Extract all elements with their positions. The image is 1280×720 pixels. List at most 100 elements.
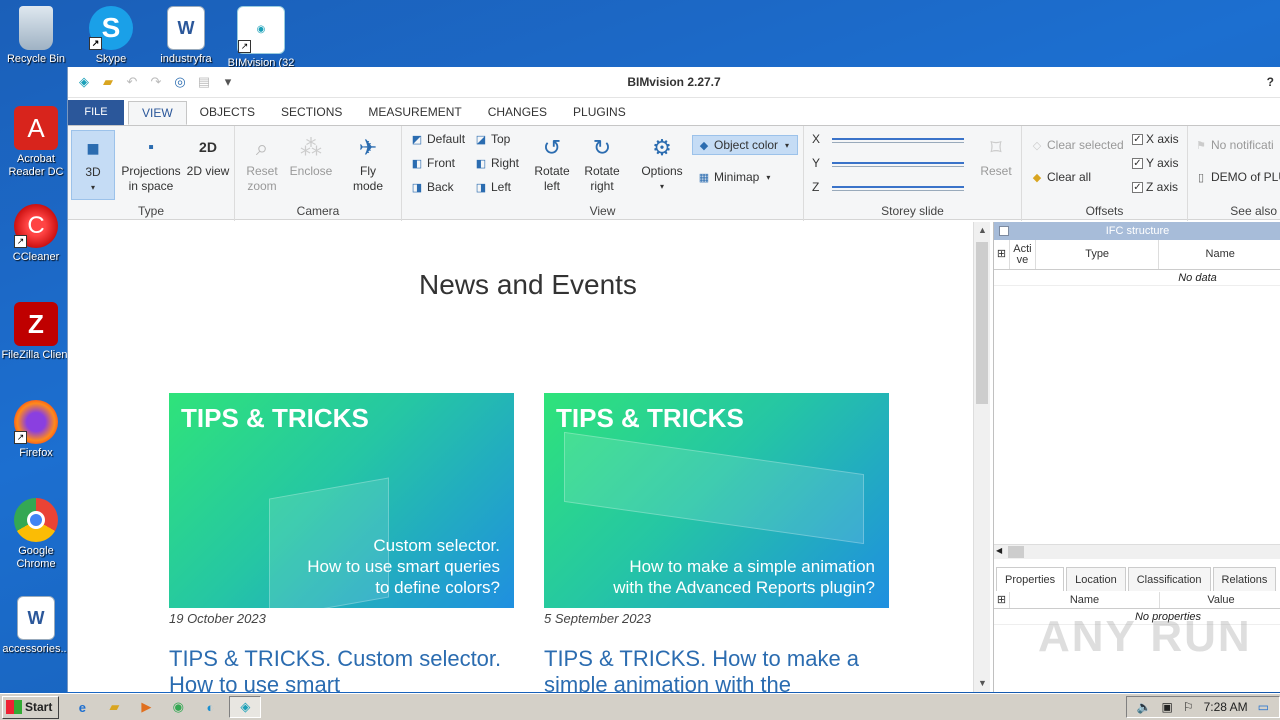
ie-icon[interactable]: e [69,696,95,718]
object-color-dropdown[interactable]: ◆ Object color ▾ [692,135,798,155]
tab-changes[interactable]: CHANGES [475,101,560,125]
magnifier-icon: ⌕ [255,134,269,160]
col-prop-value[interactable]: Value [1160,592,1280,608]
col-active[interactable]: Acti ve [1010,240,1036,269]
desktop-icon-chrome[interactable]: Google Chrome [0,498,72,571]
y-slider[interactable] [832,162,964,167]
pin-icon[interactable] [999,226,1009,236]
desktop-icon-label: industryfra [160,53,212,65]
clear-selected-button[interactable]: ◇ Clear selected [1030,138,1124,152]
fly-mode-button[interactable]: ✈ Fly mode [346,130,390,194]
tab-file[interactable]: FILE [68,100,124,125]
rotate-left-button[interactable]: ↺ Rotate left [530,130,574,194]
desktop-icon-accessories[interactable]: W accessories... [0,596,72,656]
target-icon[interactable]: ◎ [170,74,190,90]
demo-plugins-button[interactable]: ▯ DEMO of PLU [1194,170,1280,184]
minimap-dropdown[interactable]: ▦ Minimap ▾ [697,170,771,184]
clock[interactable]: 7:28 AM [1204,700,1248,714]
view-front-button[interactable]: ◧ Front [410,156,455,170]
news-card-banner[interactable]: TIPS & TRICKS How to make a simple anima… [544,393,889,608]
network-icon[interactable]: ▣ [1162,700,1173,714]
print-icon[interactable]: ▤ [194,74,214,90]
view-back-button[interactable]: ◨ Back [410,180,454,194]
scrollbar-thumb[interactable] [976,242,988,404]
action-center-flag-icon[interactable]: ⚐ [1183,700,1194,714]
col-type[interactable]: Type [1036,240,1160,269]
storey-reset-button[interactable]: ⌑ Reset [974,130,1018,179]
ifc-horizontal-scrollbar[interactable]: ◀ [994,544,1280,559]
col-name[interactable]: Name [1159,240,1280,269]
x-slider[interactable] [832,138,964,143]
redo-icon[interactable]: ↷ [146,74,166,90]
quick-access-toolbar: ◈ ▰ ↶ ↷ ◎ ▤ ▾ [68,74,238,90]
col-prop-name[interactable]: Name [1010,592,1160,608]
show-desktop-icon[interactable]: ▭ [1258,700,1269,714]
tab-measurement[interactable]: MEASUREMENT [355,101,474,125]
tab-classification[interactable]: Classification [1127,567,1211,591]
scroll-up-arrow-icon[interactable]: ▲ [974,222,991,239]
desktop-icon-skype[interactable]: S ↗ Skype [75,6,147,66]
reset-zoom-button[interactable]: ⌕ Reset zoom [240,130,284,194]
bimvision-taskbar-button[interactable]: ◈ [229,696,262,718]
checkbox-checked-icon: ✓ [1132,133,1143,145]
y-axis-checkbox[interactable]: ✓ Y axis [1132,156,1178,170]
group-label: View [589,204,616,218]
grid-options-icon[interactable]: ⊞ [994,592,1010,608]
desktop-icon-filezilla[interactable]: Z FileZilla Client [0,302,72,362]
desktop-icon-recycle-bin[interactable]: Recycle Bin [0,6,72,66]
start-button[interactable]: Start [2,695,60,719]
open-folder-icon[interactable]: ▰ [98,74,118,90]
options-button[interactable]: ⚙ Options ▾ [640,130,684,194]
banner-caption: How to make a simple animation with the … [613,557,875,597]
media-player-icon[interactable]: ▶ [133,696,159,718]
2d-view-button[interactable]: 2D 2D view [186,130,230,179]
tab-location[interactable]: Location [1066,567,1126,591]
projections-button[interactable]: ▪ Projections in space [120,130,182,194]
notifications-button[interactable]: ⚑ No notificati [1194,138,1274,152]
desktop-icon-industryfra[interactable]: W industryfra [150,6,222,66]
undo-icon[interactable]: ↶ [122,74,142,90]
view-right-button[interactable]: ◧ Right [474,156,519,170]
scrollbar-thumb[interactable] [1008,546,1024,558]
cube-right-icon: ◧ [475,157,487,170]
customize-qat-icon[interactable]: ▾ [218,74,238,90]
help-button[interactable]: ? [1267,75,1274,89]
scroll-down-arrow-icon[interactable]: ▼ [974,675,991,692]
desktop-icon-bimvision[interactable]: ◉ ↗ BIMvision (32 [225,6,297,70]
3d-button[interactable]: ■ 3D ▾ [71,130,115,200]
view-default-button[interactable]: ◩ Default [410,132,465,146]
z-axis-checkbox[interactable]: ✓ Z axis [1132,180,1178,194]
news-card-title[interactable]: TIPS & TRICKS. Custom selector. How to u… [169,646,514,692]
news-card-banner[interactable]: TIPS & TRICKS Custom selector. How to us… [169,393,514,608]
z-slider[interactable] [832,186,964,191]
news-card[interactable]: TIPS & TRICKS How to make a simple anima… [544,393,889,692]
tab-plugins[interactable]: PLUGINS [560,101,639,125]
chrome-taskbar-icon[interactable]: ◉ [165,696,191,718]
rotate-right-icon: ↻ [592,134,612,160]
rotate-right-button[interactable]: ↻ Rotate right [580,130,624,194]
x-axis-checkbox[interactable]: ✓ X axis [1132,132,1179,146]
news-card[interactable]: TIPS & TRICKS Custom selector. How to us… [169,393,514,692]
explorer-folder-icon[interactable]: ▰ [101,696,127,718]
scroll-left-arrow-icon[interactable]: ◀ [996,546,1002,555]
tab-view[interactable]: VIEW [128,101,187,125]
tab-relations[interactable]: Relations [1212,567,1277,591]
options-label: Options [641,164,683,178]
view-top-button[interactable]: ◪ Top [474,132,511,146]
app-logo-icon: ◈ [79,74,89,89]
enclose-button[interactable]: ⁂ Enclose [289,130,333,179]
desktop-icon-ccleaner[interactable]: C ↗ CCleaner [0,204,72,264]
acrobat-icon: A [14,106,58,150]
desktop-icon-acrobat[interactable]: A Acrobat Reader DC [0,106,72,179]
edge-icon[interactable]: ◐ [197,696,223,718]
tab-sections[interactable]: SECTIONS [268,101,355,125]
grid-options-icon[interactable]: ⊞ [994,240,1010,269]
volume-icon[interactable]: 🔈 [1137,700,1152,714]
clear-all-button[interactable]: ◆ Clear all [1030,170,1091,184]
tab-properties[interactable]: Properties [996,567,1065,591]
content-vertical-scrollbar[interactable]: ▲ ▼ [973,222,990,692]
news-card-title[interactable]: TIPS & TRICKS. How to make a simple anim… [544,646,889,692]
tab-objects[interactable]: OBJECTS [187,101,268,125]
view-left-button[interactable]: ◨ Left [474,180,511,194]
desktop-icon-firefox[interactable]: ↗ Firefox [0,400,72,460]
